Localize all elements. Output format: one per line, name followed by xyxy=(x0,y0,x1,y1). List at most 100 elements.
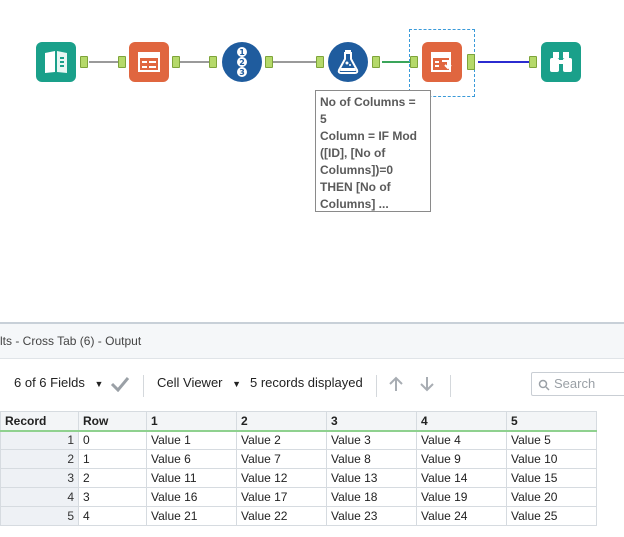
table-cell[interactable]: Value 15 xyxy=(506,468,597,488)
book-icon xyxy=(45,51,67,73)
search-placeholder: Search xyxy=(554,376,596,391)
toolbar-divider xyxy=(143,375,144,397)
table-cell[interactable]: Value 3 xyxy=(326,430,417,450)
results-table: Record Row 1 2 3 4 5 1 0 Value 1 Value 2… xyxy=(0,411,597,526)
svg-text:2: 2 xyxy=(239,58,245,67)
table-cell[interactable]: Value 18 xyxy=(326,487,417,507)
record-id-tool[interactable]: 1 2 3 xyxy=(222,42,262,82)
select-tool[interactable] xyxy=(129,42,169,82)
results-panel: lts - Cross Tab (6) - Output 6 of 6 Fiel… xyxy=(0,322,624,537)
connector xyxy=(272,61,318,63)
table-cell[interactable]: Value 16 xyxy=(146,487,237,507)
record-cell: 3 xyxy=(0,468,79,488)
browse-tool[interactable] xyxy=(541,42,581,82)
column-header-4[interactable]: 4 xyxy=(416,411,507,432)
crosstab-tool[interactable] xyxy=(422,42,462,82)
table-cell[interactable]: Value 9 xyxy=(416,449,507,469)
flask-icon xyxy=(337,50,359,74)
column-header-2[interactable]: 2 xyxy=(236,411,327,432)
apply-button[interactable] xyxy=(110,359,130,407)
fields-dropdown[interactable]: 6 of 6 Fields ▼ xyxy=(14,359,103,407)
output-anchor[interactable] xyxy=(467,54,475,70)
column-header-5[interactable]: 5 xyxy=(506,411,597,432)
chevron-down-icon: ▼ xyxy=(232,379,242,389)
table-row[interactable]: 1 0 Value 1 Value 2 Value 3 Value 4 Valu… xyxy=(0,430,597,450)
table-cell[interactable]: Value 5 xyxy=(506,430,597,450)
binoculars-icon xyxy=(550,52,572,72)
table-cell[interactable]: 0 xyxy=(78,430,147,450)
column-header-1[interactable]: 1 xyxy=(146,411,237,432)
table-cell[interactable]: Value 22 xyxy=(236,506,327,526)
table-cell[interactable]: Value 1 xyxy=(146,430,237,450)
table-cell[interactable]: 3 xyxy=(78,487,147,507)
input-tool[interactable] xyxy=(36,42,76,82)
input-anchor[interactable] xyxy=(209,56,217,68)
table-row[interactable]: 5 4 Value 21 Value 22 Value 23 Value 24 … xyxy=(0,506,597,526)
tool-annotation: No of Columns = 5 Column = IF Mod ([ID],… xyxy=(315,90,431,212)
table-cell[interactable]: Value 20 xyxy=(506,487,597,507)
cell-viewer-label: Cell Viewer xyxy=(157,375,223,390)
input-anchor[interactable] xyxy=(410,56,418,68)
input-anchor[interactable] xyxy=(529,56,537,68)
column-header-record[interactable]: Record xyxy=(0,411,79,432)
record-id-icon: 1 2 3 xyxy=(237,47,247,77)
svg-text:1: 1 xyxy=(239,48,245,57)
crosstab-icon xyxy=(431,52,452,72)
record-cell: 2 xyxy=(0,449,79,469)
svg-text:3: 3 xyxy=(239,68,245,77)
toolbar-divider xyxy=(450,375,451,397)
input-anchor[interactable] xyxy=(316,56,324,68)
table-header-row: Record Row 1 2 3 4 5 xyxy=(0,411,597,432)
input-anchor[interactable] xyxy=(118,56,126,68)
table-cell[interactable]: Value 17 xyxy=(236,487,327,507)
table-cell[interactable]: Value 25 xyxy=(506,506,597,526)
checkmark-icon xyxy=(110,376,130,392)
output-anchor[interactable] xyxy=(265,56,273,68)
connector xyxy=(382,61,410,63)
record-cell: 1 xyxy=(0,430,79,450)
select-icon xyxy=(138,52,160,72)
table-row[interactable]: 4 3 Value 16 Value 17 Value 18 Value 19 … xyxy=(0,487,597,507)
panel-title: lts - Cross Tab (6) - Output xyxy=(0,324,624,359)
output-anchor[interactable] xyxy=(372,56,380,68)
table-cell[interactable]: Value 10 xyxy=(506,449,597,469)
table-cell[interactable]: Value 21 xyxy=(146,506,237,526)
table-cell[interactable]: 4 xyxy=(78,506,147,526)
records-count: 5 records displayed xyxy=(250,375,363,390)
table-row[interactable]: 3 2 Value 11 Value 12 Value 13 Value 14 … xyxy=(0,468,597,488)
connector-output xyxy=(478,61,530,63)
column-header-row[interactable]: Row xyxy=(78,411,147,432)
table-cell[interactable]: Value 24 xyxy=(416,506,507,526)
table-cell[interactable]: Value 4 xyxy=(416,430,507,450)
table-cell[interactable]: Value 19 xyxy=(416,487,507,507)
record-cell: 5 xyxy=(0,506,79,526)
table-cell[interactable]: 2 xyxy=(78,468,147,488)
table-cell[interactable]: 1 xyxy=(78,449,147,469)
output-anchor[interactable] xyxy=(80,56,88,68)
table-cell[interactable]: Value 13 xyxy=(326,468,417,488)
output-anchor[interactable] xyxy=(172,56,180,68)
fields-label: 6 of 6 Fields xyxy=(14,375,85,390)
table-row[interactable]: 2 1 Value 6 Value 7 Value 8 Value 9 Valu… xyxy=(0,449,597,469)
table-cell[interactable]: Value 8 xyxy=(326,449,417,469)
arrow-down-icon xyxy=(420,376,434,391)
workflow-canvas[interactable]: 1 2 3 No of Columns = 5 Column = IF Mod … xyxy=(0,0,624,322)
formula-tool[interactable] xyxy=(328,42,368,82)
table-cell[interactable]: Value 6 xyxy=(146,449,237,469)
column-header-3[interactable]: 3 xyxy=(326,411,417,432)
table-cell[interactable]: Value 14 xyxy=(416,468,507,488)
record-cell: 4 xyxy=(0,487,79,507)
toolbar-divider xyxy=(376,375,377,397)
table-cell[interactable]: Value 23 xyxy=(326,506,417,526)
scroll-down-button[interactable] xyxy=(418,359,436,407)
chevron-down-icon: ▼ xyxy=(94,379,104,389)
search-input[interactable]: Search xyxy=(531,372,624,396)
scroll-up-button[interactable] xyxy=(387,359,405,407)
table-cell[interactable]: Value 7 xyxy=(236,449,327,469)
table-cell[interactable]: Value 12 xyxy=(236,468,327,488)
results-toolbar: 6 of 6 Fields ▼ Cell Viewer ▼ 5 records … xyxy=(0,359,624,407)
table-cell[interactable]: Value 2 xyxy=(236,430,327,450)
table-cell[interactable]: Value 11 xyxy=(146,468,237,488)
cell-viewer-dropdown[interactable]: Cell Viewer ▼ xyxy=(157,359,241,407)
arrow-up-icon xyxy=(389,376,403,391)
